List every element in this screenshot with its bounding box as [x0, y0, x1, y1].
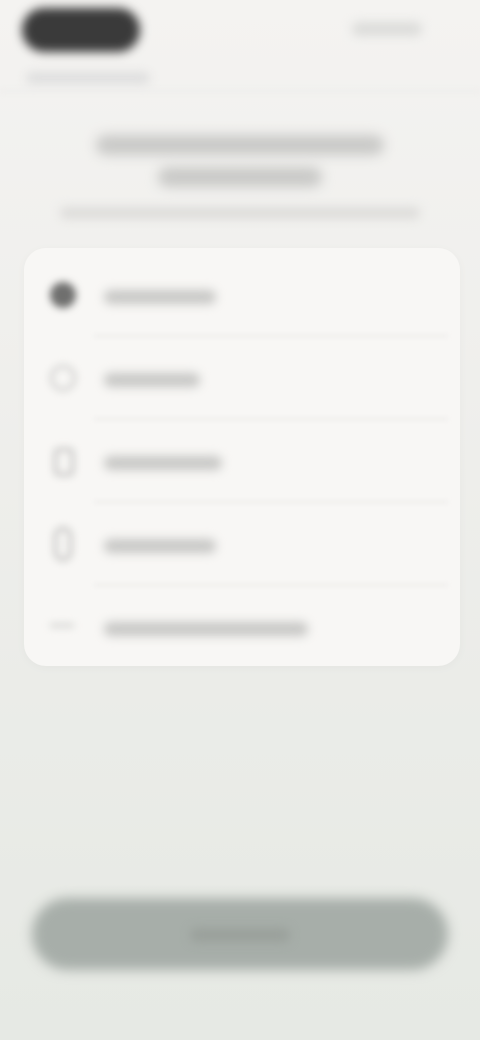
top-subtitle [26, 72, 150, 84]
top-right-text[interactable] [352, 22, 422, 36]
option-item-2[interactable] [24, 337, 460, 420]
status-pill [22, 8, 140, 52]
page-title-line-2 [158, 167, 322, 187]
option-label [104, 290, 216, 304]
minus-icon [50, 624, 74, 627]
ring-circle-icon [50, 365, 76, 391]
paperclip-icon [54, 527, 72, 561]
filled-circle-icon [50, 282, 76, 308]
page-title-line-1 [96, 135, 384, 155]
top-divider [0, 90, 480, 92]
continue-button-label [190, 928, 290, 942]
option-label [104, 373, 200, 387]
option-item-1[interactable] [24, 254, 460, 337]
options-list [24, 248, 460, 666]
option-label [104, 456, 222, 470]
page-subtitle [60, 207, 420, 219]
option-label [104, 539, 216, 553]
page-title [90, 125, 390, 195]
option-item-3[interactable] [24, 420, 460, 503]
top-bar [0, 0, 480, 95]
document-icon [54, 448, 74, 476]
option-label [104, 622, 308, 636]
option-item-4[interactable] [24, 503, 460, 586]
option-item-5[interactable] [24, 586, 460, 669]
